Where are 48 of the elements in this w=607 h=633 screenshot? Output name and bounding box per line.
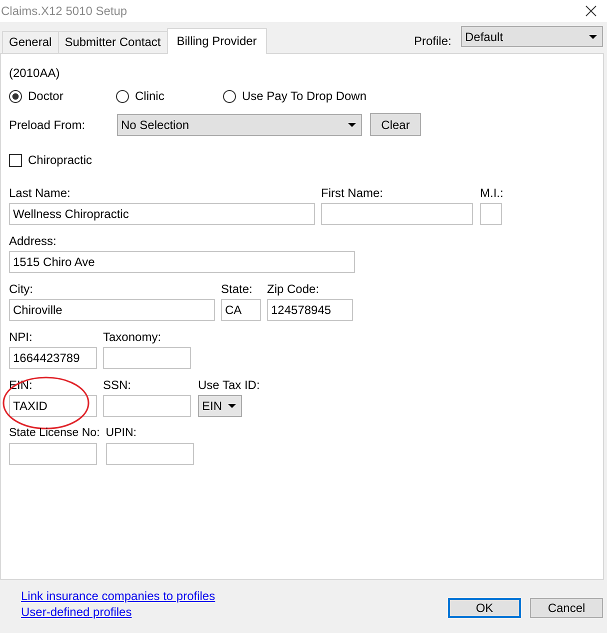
caret-icon: [589, 34, 597, 38]
input-field[interactable]: TAXID: [9, 395, 97, 417]
field-label: Zip Code:: [267, 281, 320, 298]
input-field[interactable]: [9, 443, 97, 465]
field-label: State:: [221, 281, 254, 298]
input-field[interactable]: Chiroville: [9, 299, 215, 321]
input-field[interactable]: [106, 443, 194, 465]
field-label: NPI:: [9, 329, 34, 346]
radio-option[interactable]: Doctor: [9, 88, 116, 104]
tab[interactable]: General: [2, 31, 59, 53]
field-label: Last Name:: [9, 185, 72, 202]
ok-button[interactable]: OK: [448, 598, 521, 618]
field-label: UPIN:: [106, 426, 138, 441]
field-label: City:: [9, 281, 34, 298]
caret-icon: [228, 404, 236, 408]
tab[interactable]: Billing Provider: [166, 28, 267, 54]
checkbox-option[interactable]: Chiropractic: [9, 152, 603, 168]
field-label: Address:: [9, 233, 58, 250]
caret-icon: [348, 122, 356, 126]
input-field[interactable]: CA: [221, 299, 261, 321]
link[interactable]: User-defined profiles: [21, 605, 132, 620]
input-field[interactable]: 124578945: [267, 299, 353, 321]
field-label: State License No:: [9, 426, 100, 441]
input-field[interactable]: [321, 203, 473, 225]
tax-id-dropdown[interactable]: EIN: [198, 395, 242, 417]
field-label: Taxonomy:: [103, 329, 162, 346]
profile-dropdown[interactable]: Default: [461, 26, 603, 47]
clear-button[interactable]: Clear: [370, 113, 421, 136]
cancel-button[interactable]: Cancel: [530, 598, 603, 618]
close-button[interactable]: [585, 5, 597, 17]
field-label: Preload From:: [9, 118, 86, 132]
input-field[interactable]: Wellness Chiropractic: [9, 203, 315, 225]
input-field[interactable]: 1515 Chiro Ave: [9, 251, 355, 273]
radio-option[interactable]: Use Pay To Drop Down: [223, 88, 366, 104]
input-field[interactable]: [103, 395, 191, 417]
radio-option[interactable]: Clinic: [116, 88, 223, 104]
field-label: M.I.:: [480, 185, 504, 202]
input-field[interactable]: [103, 347, 191, 369]
input-field[interactable]: 1664423789: [9, 347, 97, 369]
field-label: Use Tax ID:: [198, 377, 260, 394]
preload-dropdown[interactable]: No Selection: [117, 114, 362, 136]
field-label: Profile:: [414, 34, 452, 48]
input-field[interactable]: [480, 203, 502, 225]
field-label: SSN:: [103, 377, 132, 394]
section-code: (2010AA): [9, 66, 61, 82]
link[interactable]: Link insurance companies to profiles: [21, 589, 216, 604]
field-label: First Name:: [321, 185, 384, 202]
window-title: Claims.X12 5010 Setup: [1, 4, 128, 18]
